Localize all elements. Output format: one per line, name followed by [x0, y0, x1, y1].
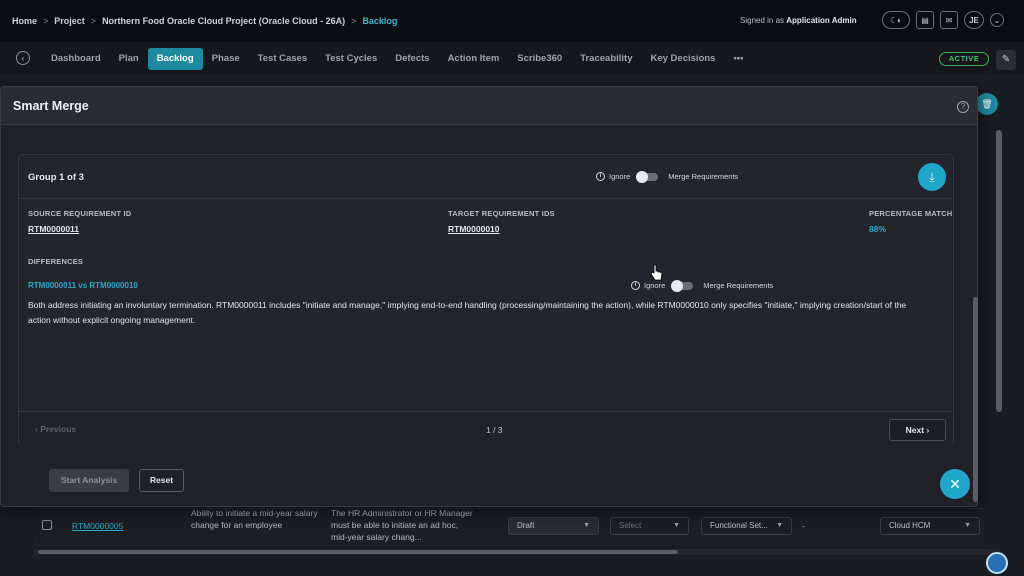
row-status-value: Draft	[517, 521, 535, 530]
row-owner-select[interactable]: Select ▼	[610, 517, 689, 535]
tab-defects[interactable]: Defects	[386, 48, 438, 70]
pair-merge-switch[interactable]	[671, 279, 694, 292]
row-owner-placeholder: Select	[619, 521, 642, 530]
breadcrumb-project[interactable]: Project	[54, 16, 85, 26]
horizontal-scrollbar[interactable]	[34, 549, 1000, 555]
more-tabs-icon[interactable]: •••	[724, 48, 752, 70]
help-icon[interactable]: ?	[957, 101, 969, 113]
breadcrumb-separator: >	[43, 16, 49, 26]
merge-label: Merge Requirements	[703, 281, 774, 290]
signed-in-prefix: Signed in as	[740, 16, 785, 25]
source-label: SOURCE REQUIREMENT ID	[28, 209, 132, 218]
status-badge: ACTIVE	[939, 52, 989, 66]
match-value: 88%	[869, 224, 887, 234]
page-indicator: 1 / 3	[486, 425, 503, 435]
tab-test-cases[interactable]: Test Cases	[249, 48, 316, 70]
hand-cursor-icon	[650, 264, 663, 281]
previous-label: Previous	[40, 424, 77, 434]
row-product-value: Cloud HCM	[889, 521, 931, 530]
row-id-link[interactable]: RTM0000005	[72, 520, 123, 532]
target-label: TARGET REQUIREMENT IDS	[448, 209, 555, 218]
source-id-link[interactable]: RTM0000011	[28, 224, 79, 234]
breadcrumb-separator: >	[351, 16, 357, 26]
mail-icon[interactable]: ✉	[940, 11, 958, 29]
tab-backlog[interactable]: Backlog	[147, 48, 203, 70]
merge-group-card: Group 1 of 3 i Ignore Merge Requirements…	[18, 154, 954, 447]
nav-bar: ‹ Dashboard Plan Backlog Phase Test Case…	[0, 42, 1024, 74]
tab-traceability[interactable]: Traceability	[571, 48, 641, 70]
scroll-thumb[interactable]	[38, 550, 678, 554]
breadcrumb-project-name[interactable]: Northern Food Oracle Cloud Project (Orac…	[102, 16, 345, 26]
breadcrumb: Home > Project > Northern Food Oracle Cl…	[12, 16, 397, 26]
differences-text: Both address initiating an involuntary t…	[28, 300, 907, 325]
signed-in-text: Signed in as Application Admin	[740, 16, 857, 25]
caret-down-icon: ▼	[673, 522, 680, 529]
row-dash: -	[802, 521, 805, 531]
row-category-value: Functional Set...	[710, 521, 768, 530]
tab-test-cycles[interactable]: Test Cycles	[316, 48, 386, 70]
modal-header: Smart Merge ?	[1, 87, 977, 125]
previous-button[interactable]: ‹ Previous	[35, 424, 76, 434]
tab-key-decisions[interactable]: Key Decisions	[641, 48, 724, 70]
tab-plan[interactable]: Plan	[110, 48, 148, 70]
info-icon: i	[631, 281, 640, 290]
caret-down-icon: ▼	[776, 522, 783, 529]
pair-merge-toggle: i Ignore Merge Requirements	[631, 279, 774, 292]
breadcrumb-separator: >	[90, 16, 97, 26]
tab-list: Dashboard Plan Backlog Phase Test Cases …	[42, 48, 752, 70]
row-status-select[interactable]: Draft ▼	[508, 517, 599, 535]
differences-label: DIFFERENCES	[28, 257, 84, 266]
theme-toggle-icon[interactable]: ☾◐	[882, 11, 910, 29]
tab-phase[interactable]: Phase	[203, 48, 249, 70]
merge-switch[interactable]	[636, 170, 659, 183]
chevron-right-icon: ›	[924, 425, 930, 435]
next-label: Next	[905, 425, 925, 435]
modal-title: Smart Merge	[13, 99, 89, 113]
tab-scribe360[interactable]: Scribe360	[508, 48, 571, 70]
switch-knob	[671, 279, 684, 292]
row-category-select[interactable]: Functional Set... ▼	[701, 517, 792, 535]
diff-pair-link[interactable]: RTM0000011 vs RTM0000010	[28, 281, 138, 290]
merge-label: Merge Requirements	[668, 172, 739, 181]
group-pager: ‹ Previous 1 / 3 Next ›	[19, 411, 953, 447]
chat-assistant-icon[interactable]	[986, 552, 1008, 574]
target-id-link[interactable]: RTM0000010	[448, 224, 500, 234]
modal-vertical-scrollbar[interactable]	[973, 297, 978, 502]
ignore-label: Ignore	[609, 172, 631, 181]
document-icon[interactable]: ▤	[916, 11, 934, 29]
signed-in-user: Application Admin	[786, 16, 857, 25]
group-merge-toggle: i Ignore Merge Requirements	[596, 170, 739, 183]
match-label: PERCENTAGE MATCH	[869, 209, 953, 218]
download-icon[interactable]: ⤓	[918, 163, 946, 191]
breadcrumb-current: Backlog	[362, 16, 398, 26]
reset-button[interactable]: Reset	[139, 469, 184, 492]
row-title: Ability to initiate a mid-year salary ch…	[191, 508, 318, 530]
page-vertical-scrollbar[interactable]	[996, 130, 1002, 412]
back-icon[interactable]: ‹	[16, 51, 30, 65]
start-analysis-button[interactable]: Start Analysis	[49, 469, 129, 492]
caret-down-icon: ▼	[964, 522, 971, 529]
close-icon[interactable]: ✕	[940, 469, 970, 499]
next-button[interactable]: Next ›	[889, 419, 946, 441]
row-checkbox[interactable]	[42, 520, 52, 530]
row-product-select[interactable]: Cloud HCM ▼	[880, 517, 980, 535]
caret-down-icon: ▼	[583, 522, 590, 529]
info-icon: i	[596, 172, 605, 181]
row-description: The HR Administrator or HR Manager must …	[331, 508, 473, 542]
chevron-down-icon[interactable]: ⌄	[990, 13, 1004, 27]
delete-icon[interactable]: 🗑	[976, 93, 998, 115]
edit-icon[interactable]: ✎	[996, 50, 1016, 70]
ignore-label: Ignore	[644, 281, 666, 290]
tab-action-item[interactable]: Action Item	[439, 48, 509, 70]
smart-merge-modal: Smart Merge ? Group 1 of 3 i Ignore Merg…	[0, 86, 978, 507]
tab-dashboard[interactable]: Dashboard	[42, 48, 110, 70]
avatar[interactable]: JE	[964, 11, 984, 29]
top-bar: Home > Project > Northern Food Oracle Cl…	[0, 0, 1024, 42]
group-title: Group 1 of 3	[28, 172, 84, 183]
header-icons: ☾◐ ▤ ✉ JE ⌄	[882, 11, 1004, 29]
group-header: Group 1 of 3 i Ignore Merge Requirements…	[19, 155, 953, 199]
breadcrumb-home[interactable]: Home	[12, 16, 37, 26]
switch-knob	[636, 170, 649, 183]
